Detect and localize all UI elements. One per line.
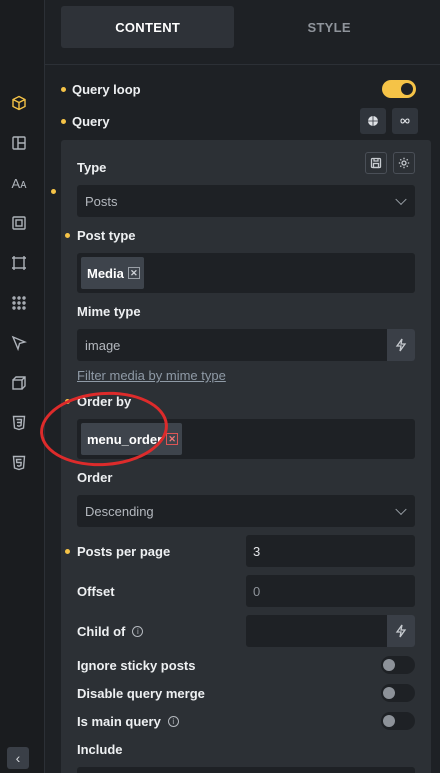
- info-icon[interactable]: i: [132, 626, 144, 637]
- order-value: Descending: [85, 503, 154, 519]
- spacing-icon[interactable]: [10, 214, 28, 232]
- posts-per-page-label-row: Posts per page: [65, 544, 171, 559]
- is-main-query-toggle[interactable]: [381, 712, 415, 730]
- close-icon[interactable]: ✕: [166, 433, 179, 445]
- typography-icon[interactable]: Aᴀ: [10, 174, 28, 192]
- query-row: Query: [61, 108, 424, 134]
- child-of-label-row: Child of i: [77, 624, 144, 639]
- infinity-icon: [400, 118, 410, 124]
- grid-icon[interactable]: [10, 294, 28, 312]
- modified-indicator: [61, 118, 66, 124]
- child-of-label: Child of: [77, 624, 126, 639]
- css3-icon[interactable]: [10, 414, 28, 432]
- main-panel: CONTENT STYLE Query loop Query Type Post…: [45, 0, 440, 773]
- icon-sidebar: Aᴀ ‹: [0, 0, 45, 773]
- query-popup-tools: [365, 152, 415, 174]
- modified-indicator: [51, 189, 56, 194]
- save-query-button[interactable]: [365, 152, 387, 174]
- post-type-select[interactable]: Media ✕: [77, 253, 415, 293]
- globe-button[interactable]: [360, 108, 386, 134]
- post-type-tag-label: Media: [87, 265, 124, 281]
- globe-icon: [368, 116, 378, 126]
- type-select[interactable]: Posts: [77, 185, 415, 217]
- modified-indicator: [65, 549, 70, 554]
- offset-label: Offset: [77, 584, 115, 599]
- query-loop-row: Query loop: [61, 76, 424, 102]
- offset-input[interactable]: 0: [246, 575, 415, 607]
- mime-type-label: Mime type: [77, 304, 141, 319]
- bolt-icon: [395, 338, 407, 352]
- cursor-icon[interactable]: [10, 334, 28, 352]
- order-by-label: Order by: [77, 394, 132, 409]
- layout-icon[interactable]: [10, 134, 28, 152]
- ignore-sticky-label: Ignore sticky posts: [77, 658, 196, 673]
- bolt-icon: [395, 624, 407, 638]
- posts-per-page-input[interactable]: 3: [246, 535, 415, 567]
- order-by-select[interactable]: menu_order ✕: [77, 419, 415, 459]
- box-icon[interactable]: [10, 94, 28, 112]
- order-label: Order: [77, 470, 113, 485]
- collapse-sidebar-button[interactable]: ‹: [7, 747, 29, 769]
- tab-style[interactable]: STYLE: [234, 6, 424, 48]
- query-popup: Type Posts Post type Media ✕ Mime type i…: [61, 140, 431, 773]
- transform-3d-icon[interactable]: [10, 374, 28, 392]
- post-type-label: Post type: [77, 228, 136, 243]
- mime-type-help-link[interactable]: Filter media by mime type: [77, 368, 226, 383]
- gear-icon: [398, 157, 410, 169]
- post-type-label-row: Post type: [65, 228, 136, 243]
- disable-merge-label: Disable query merge: [77, 686, 205, 701]
- dynamic-data-button[interactable]: [387, 329, 415, 361]
- html5-icon[interactable]: [10, 454, 28, 472]
- chevron-left-icon: ‹: [15, 750, 21, 766]
- order-by-tag: menu_order ✕: [81, 423, 183, 455]
- posts-per-page-label: Posts per page: [77, 544, 171, 559]
- query-loop-toggle[interactable]: [382, 80, 416, 98]
- modified-indicator: [65, 399, 70, 404]
- ignore-sticky-toggle[interactable]: [381, 656, 415, 674]
- chevron-down-icon: [395, 503, 407, 516]
- include-label: Include: [77, 742, 123, 757]
- divider: [45, 64, 440, 65]
- panel-tabs: CONTENT STYLE: [61, 6, 424, 48]
- query-loop-label: Query loop: [72, 81, 141, 97]
- is-main-query-label-row: Is main query i: [77, 714, 179, 729]
- post-type-tag: Media ✕: [81, 257, 144, 289]
- modified-indicator: [61, 86, 66, 92]
- is-main-query-label: Is main query: [77, 714, 161, 729]
- close-icon[interactable]: ✕: [127, 267, 140, 279]
- child-of-input[interactable]: [246, 615, 415, 647]
- chevron-down-icon: [395, 193, 407, 206]
- query-options-button[interactable]: [393, 152, 415, 174]
- frame-icon[interactable]: [10, 254, 28, 272]
- disable-merge-toggle[interactable]: [381, 684, 415, 702]
- query-label: Query: [72, 113, 110, 129]
- order-select[interactable]: Descending: [77, 495, 415, 527]
- tab-content[interactable]: CONTENT: [61, 6, 235, 48]
- type-label: Type: [77, 160, 107, 175]
- query-settings-button[interactable]: [392, 108, 418, 134]
- info-icon[interactable]: i: [167, 716, 179, 727]
- order-by-label-row: Order by: [65, 394, 132, 409]
- mime-type-input[interactable]: image: [77, 329, 415, 361]
- mime-type-value: image: [85, 337, 121, 353]
- order-by-tag-label: menu_order: [87, 431, 163, 447]
- include-select[interactable]: [77, 767, 415, 773]
- save-icon: [370, 157, 382, 169]
- type-value: Posts: [85, 193, 118, 209]
- dynamic-data-button[interactable]: [387, 615, 415, 647]
- modified-indicator: [65, 233, 70, 238]
